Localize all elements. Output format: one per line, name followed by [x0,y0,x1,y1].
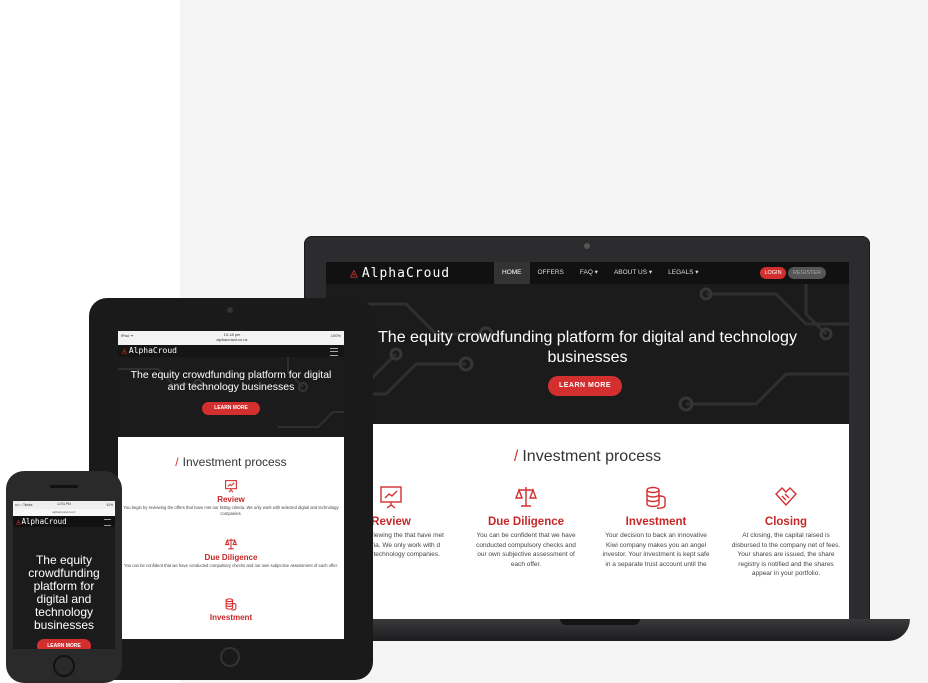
step-closing: Closing At closing, the capital raised i… [731,484,841,579]
laptop-camera [584,243,590,249]
hero-banner: The equity crowdfunding platform for dig… [326,284,849,424]
step-due-diligence: Due Diligence You can be confident that … [122,537,340,569]
handshake-icon [731,484,841,510]
laptop-device: ◬ AlphaCroud HOME OFFERS FAQ ▾ ABOUT US ▾… [304,236,870,621]
scales-icon [122,537,340,551]
step-investment: Investment Your decision to back an inno… [601,484,711,569]
status-carrier: •••○○ Telstra [15,503,33,507]
step-description: You begin by reviewing the offers that h… [123,505,339,516]
nav-offers[interactable]: OFFERS [530,262,572,284]
learn-more-button[interactable]: LEARN MORE [37,639,91,649]
hero-title: The equity crowdfunding platform for dig… [378,329,797,366]
alphacrowd-logo-icon: ◬ [350,266,359,281]
step-title: Investment [209,613,253,622]
section-title: / Investment process [326,448,849,466]
tablet-home-button[interactable] [220,647,240,667]
phone-status-bar: •••○○ Telstra 12:51 PM 61% [13,501,115,509]
scales-icon [471,484,581,510]
learn-more-button[interactable]: LEARN MORE [548,376,622,396]
step-title: Closing [764,516,808,528]
tablet-navbar: ◬ AlphaCroud [118,345,344,357]
brand-logo[interactable]: ◬AlphaCroud [16,517,67,526]
hero-title: The equity crowdfunding platform for dig… [28,553,100,632]
phone-home-button[interactable] [53,655,75,677]
status-time: 10:18 pm alphacrowd.co.nz [214,332,250,342]
coins-icon [601,484,711,510]
step-title: Review [217,495,245,504]
status-time: 12:51 PM [57,502,71,506]
slash-accent: / [175,455,179,469]
step-review: Review You begin by reviewing the offers… [122,479,340,517]
step-description: At closing, the capital raised is disbur… [731,532,841,577]
alphacrowd-logo-icon: ◬ [122,346,127,355]
nav-legals[interactable]: LEGALS ▾ [660,262,706,284]
nav-about-us[interactable]: ABOUT US ▾ [606,262,660,284]
laptop-notch [560,619,640,625]
status-battery: 100% [330,333,341,338]
phone-navbar: ◬AlphaCroud [13,516,115,527]
tablet-device: iPad ᯤ 10:18 pm alphacrowd.co.nz 100% ◬ Al… [89,298,373,680]
step-description: You can be confident that we have conduc… [124,563,338,568]
step-description: Your decision to back an innovative Kiwi… [602,532,710,568]
step-title: Investment [625,516,687,528]
status-carrier: iPad ᯤ [121,333,134,338]
phone-device: •••○○ Telstra 12:51 PM 61% alphacrowd.co… [6,471,122,683]
phone-speaker [50,485,78,488]
nav-faq[interactable]: FAQ ▾ [572,262,606,284]
coins-icon [122,597,340,611]
brand-name: AlphaCroud [361,266,451,281]
laptop-base [290,619,910,641]
phone-screen: •••○○ Telstra 12:51 PM 61% alphacrowd.co… [13,501,115,649]
slash-accent: / [513,448,519,465]
register-button[interactable]: REGISTER [788,267,826,279]
presentation-icon [122,479,340,493]
brand-name: AlphaCroud [128,346,177,355]
tablet-status-bar: iPad ᯤ 10:18 pm alphacrowd.co.nz 100% [118,331,344,345]
step-investment: Investment [122,597,340,622]
step-title: Due Diligence [487,516,565,528]
tablet-screen: iPad ᯤ 10:18 pm alphacrowd.co.nz 100% ◬ Al… [118,331,344,639]
status-battery: 61% [106,503,113,507]
top-navbar: ◬ AlphaCroud HOME OFFERS FAQ ▾ ABOUT US ▾… [326,262,849,284]
step-due-diligence: Due Diligence You can be confident that … [471,484,581,569]
status-url[interactable]: alphacrowd.co.nz [216,337,247,342]
section-title-text: Investment process [182,455,287,469]
hamburger-menu-icon[interactable] [330,348,338,356]
hamburger-menu-icon[interactable] [104,519,111,526]
laptop-screen: ◬ AlphaCroud HOME OFFERS FAQ ▾ ABOUT US ▾… [326,262,849,619]
brand-logo[interactable]: ◬AlphaCroud [350,266,450,281]
step-description: You can be confident that we have conduc… [476,532,576,568]
section-title: / Investment process [118,455,344,469]
hero-banner: The equity crowdfunding platform for dig… [118,357,344,437]
nav-home[interactable]: HOME [494,262,530,284]
alphacrowd-logo-icon: ◬ [16,517,21,526]
address-bar[interactable]: alphacrowd.co.nz [13,509,115,516]
hero-title: The equity crowdfunding platform for dig… [130,369,332,393]
learn-more-button[interactable]: LEARN MORE [202,402,260,415]
brand-name: AlphaCroud [21,517,67,526]
section-title-text: Investment process [522,448,662,465]
brand-logo[interactable]: ◬AlphaCroud [122,346,177,355]
tablet-camera [227,307,233,313]
step-title: Due Diligence [204,553,258,562]
main-menu: HOME OFFERS FAQ ▾ ABOUT US ▾ LEGALS ▾ [494,262,707,284]
login-button[interactable]: LOGIN [760,267,786,279]
